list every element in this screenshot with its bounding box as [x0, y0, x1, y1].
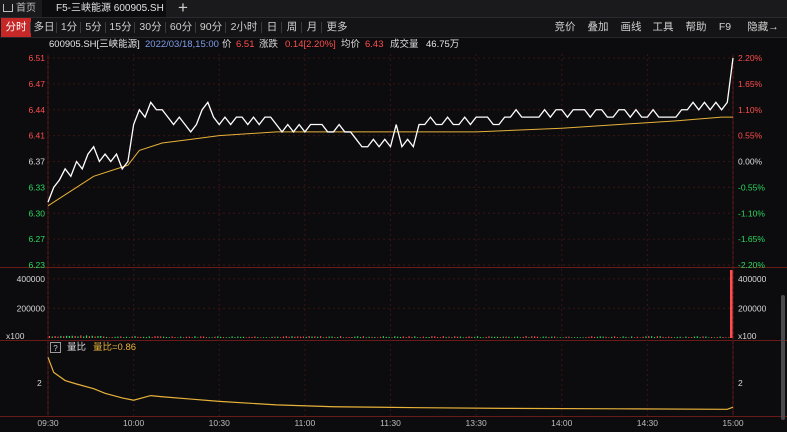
time-tick-label: 10:00: [123, 418, 145, 428]
pct-tick-label: 0.00%: [738, 157, 763, 167]
time-tick-label: 10:30: [209, 418, 231, 428]
volume-bar-last: [730, 270, 733, 338]
pct-tick-label: 2.20%: [738, 53, 763, 63]
price-tick-label: 6.27: [28, 234, 45, 244]
price-tick-label: 6.47: [28, 79, 45, 89]
indicator-value: 量比=0.86: [93, 342, 137, 353]
intraday-chart[interactable]: 6.51 2.20% 6.47 1.65% 6.44 1.10% 6.41 0.55% 6.37…: [0, 0, 787, 432]
pct-tick-label: -1.10%: [738, 208, 765, 218]
volume-unit-label: x100: [738, 331, 757, 341]
time-tick-label: 09:30: [37, 418, 59, 428]
price-tick-label: 6.44: [28, 105, 45, 115]
pct-tick-label: 1.10%: [738, 105, 763, 115]
time-tick-label: 11:00: [295, 418, 316, 428]
pct-tick-label: -2.20%: [738, 260, 765, 270]
pct-tick-label: -0.55%: [738, 182, 765, 192]
ratio-tick-label: 2: [37, 378, 42, 388]
price-tick-label: 6.33: [28, 182, 45, 192]
price-tick-label: 6.37: [28, 157, 45, 167]
volume-tick-label: 200000: [17, 303, 46, 313]
time-tick-label: 14:00: [551, 418, 573, 428]
time-tick-label: 14:30: [637, 418, 659, 428]
volume-tick-label: 200000: [738, 303, 767, 313]
ratio-tick-label: 2: [738, 378, 743, 388]
price-tick-label: 6.41: [28, 131, 45, 141]
price-tick-label: 6.23: [28, 260, 45, 270]
price-tick-label: 6.51: [28, 53, 45, 63]
price-tick-label: 6.30: [28, 208, 45, 218]
volume-tick-label: 400000: [738, 274, 767, 284]
time-tick-label: 13:30: [465, 418, 487, 428]
indicator-help-icon[interactable]: ?: [50, 342, 61, 353]
time-tick-label: 11:30: [380, 418, 401, 428]
pct-tick-label: 0.55%: [738, 131, 763, 141]
indicator-name[interactable]: 量比: [67, 342, 86, 354]
scrollbar: [781, 295, 785, 420]
time-tick-label: 15:00: [722, 418, 744, 428]
volume-unit-label: x100: [6, 331, 25, 341]
pct-tick-label: 1.65%: [738, 79, 763, 89]
volume-tick-label: 400000: [17, 274, 46, 284]
pct-tick-label: -1.65%: [738, 234, 765, 244]
